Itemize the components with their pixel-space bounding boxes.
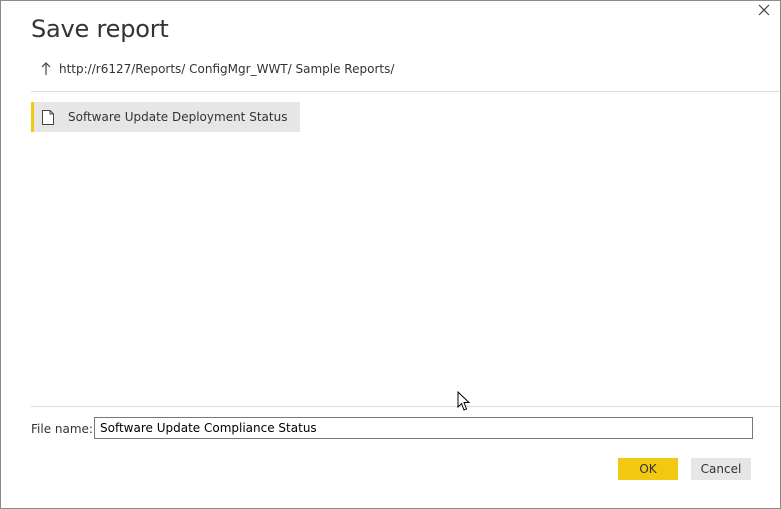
path-bar: http://r6127/Reports/ ConfigMgr_WWT/ Sam…	[39, 61, 394, 77]
file-icon	[42, 109, 54, 125]
file-name-input[interactable]	[94, 417, 753, 439]
divider	[31, 406, 780, 407]
divider	[31, 91, 780, 92]
ok-button[interactable]: OK	[618, 458, 678, 480]
close-icon[interactable]	[756, 2, 772, 18]
file-name-label: File name:	[31, 422, 93, 436]
list-item-label: Software Update Deployment Status	[68, 110, 288, 124]
report-list: Software Update Deployment Status	[31, 102, 750, 392]
up-arrow-icon[interactable]	[39, 61, 53, 77]
cancel-button[interactable]: Cancel	[691, 458, 751, 480]
save-report-dialog: Save report http://r6127/Reports/ Config…	[0, 0, 781, 509]
mouse-cursor-icon	[457, 391, 471, 411]
list-item[interactable]: Software Update Deployment Status	[31, 102, 301, 132]
dialog-title: Save report	[31, 15, 169, 43]
current-path[interactable]: http://r6127/Reports/ ConfigMgr_WWT/ Sam…	[59, 62, 394, 76]
